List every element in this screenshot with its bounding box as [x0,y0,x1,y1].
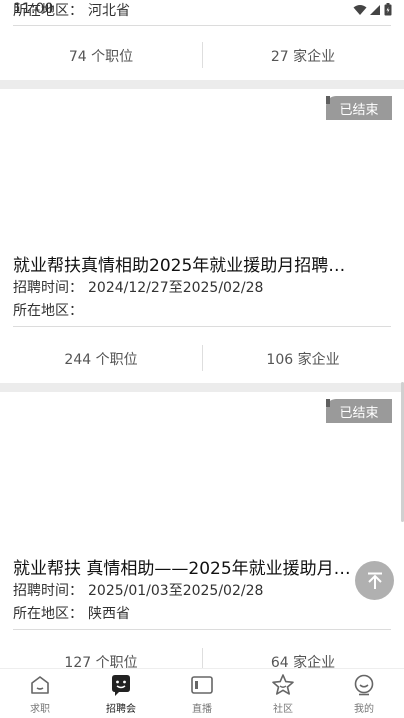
card-divider [13,326,391,327]
time-value: 2024/12/27至2025/02/28 [88,280,264,296]
companies-count: 106 家企业 [266,352,340,368]
card-divider [13,25,391,26]
nav-label: 社区 [273,704,293,715]
status-badge: 已结束 [326,96,392,120]
card-title[interactable]: 就业帮扶真情相助2025年就业援助月招聘… [13,251,379,276]
nav-label: 求职 [30,704,50,715]
nav-label: 招聘会 [106,704,136,715]
region-value: 陕西省 [88,606,130,622]
time-value: 2025/01/03至2025/02/28 [88,583,264,599]
bottom-nav: 求职 招聘会 直播 社区 我的 [0,668,404,718]
nav-item-jobs[interactable]: 求职 [0,673,80,717]
status-bar: 11:00 [0,0,404,22]
card-region-row: 所在地区： 陕西省 [13,603,130,623]
video-icon [190,673,214,697]
time-label: 招聘时间： [13,583,83,599]
nav-item-job-fair[interactable]: 招聘会 [81,673,161,717]
scroll-to-top-button[interactable] [355,561,394,600]
card-stats: 74 个职位 27 家企业 [0,36,404,76]
region-label: 所在地区： [13,606,83,622]
status-time: 11:00 [13,1,54,17]
wifi-icon [353,4,367,15]
status-icons [353,3,392,16]
card-title[interactable]: 就业帮扶 真情相助——2025年就业援助月… [13,554,379,579]
status-badge: 已结束 [326,399,392,423]
nav-item-live[interactable]: 直播 [162,673,242,717]
signal-icon [370,4,380,15]
nav-label: 我的 [354,704,374,715]
region-label: 所在地区： [13,303,83,319]
card-divider [13,629,391,630]
time-label: 招聘时间： [13,280,83,296]
home-icon [28,673,52,697]
companies-count: 27 家企业 [270,49,336,65]
nav-label: 直播 [192,704,212,715]
card-stats: 244 个职位 106 家企业 [0,339,404,379]
card-time-row: 招聘时间： 2025/01/03至2025/02/28 [13,580,263,600]
card-region-row: 所在地区： [13,300,88,320]
chat-bubble-icon [109,673,133,697]
positions-count: 244 个职位 [64,352,138,368]
battery-icon [384,3,392,16]
nav-item-profile[interactable]: 我的 [324,673,404,717]
arrow-up-icon [367,572,382,589]
card-time-row: 招聘时间： 2024/12/27至2025/02/28 [13,277,263,297]
job-fair-card[interactable]: 已结束 就业帮扶真情相助2025年就业援助月招聘… 招聘时间： 2024/12/2… [0,89,404,383]
nav-item-community[interactable]: 社区 [243,673,323,717]
profile-icon [352,673,376,697]
positions-count: 74 个职位 [68,49,134,65]
star-icon [271,673,295,697]
